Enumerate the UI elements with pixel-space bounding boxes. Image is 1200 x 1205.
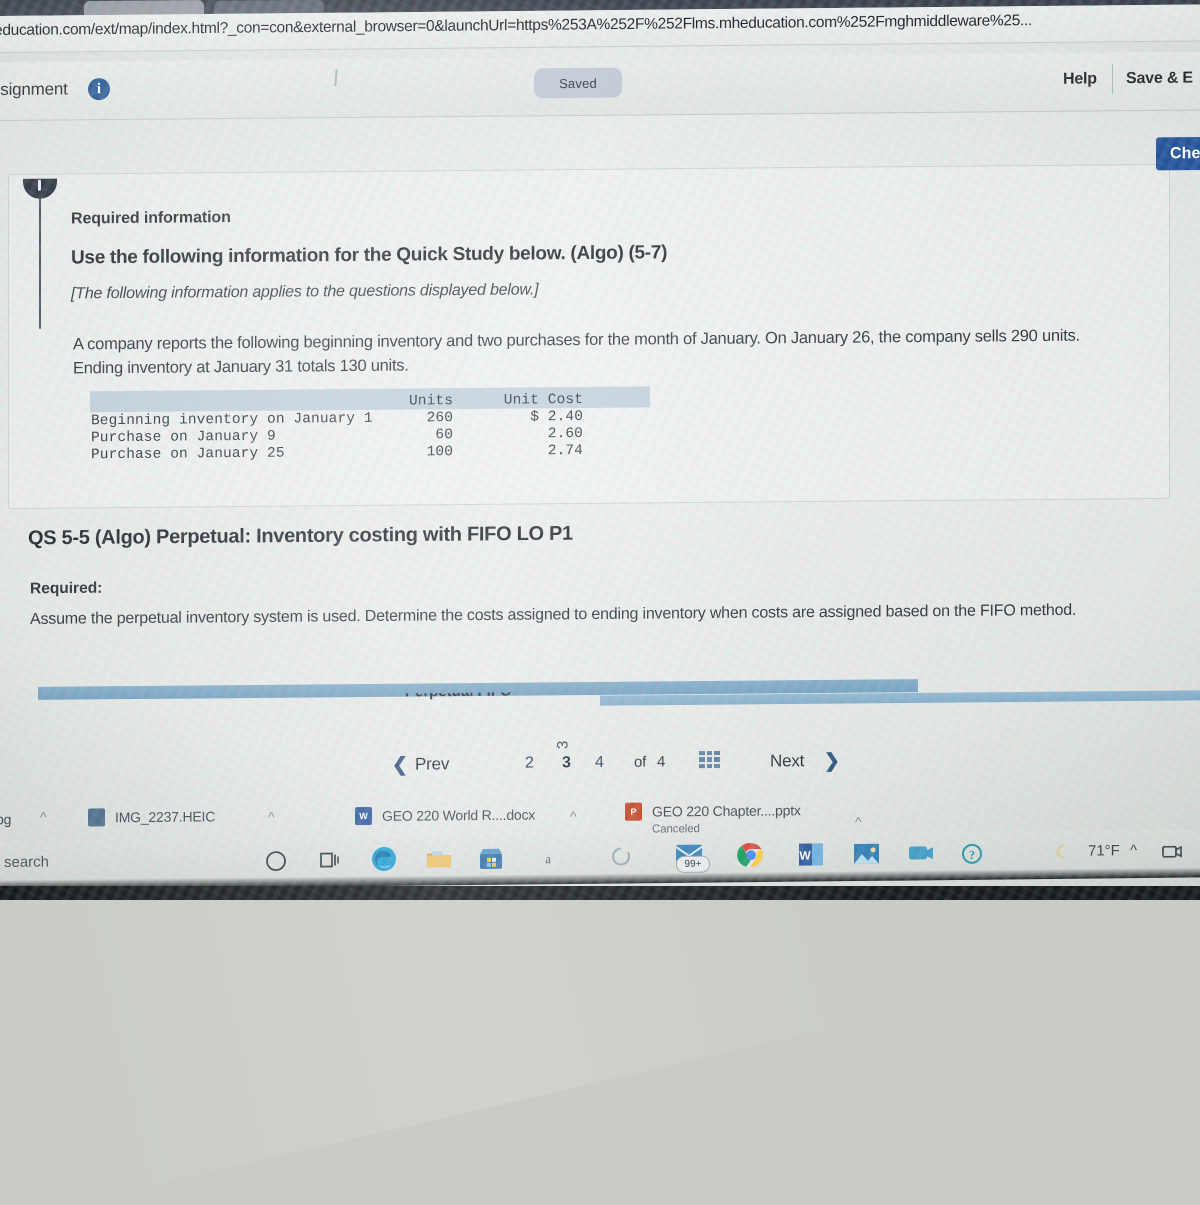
help-button[interactable]: Help [1063, 70, 1097, 88]
browser-tab-active[interactable] [84, 0, 204, 16]
grid-menu-icon[interactable] [699, 750, 720, 769]
file-explorer-icon[interactable] [424, 844, 454, 874]
chevron-up-icon[interactable]: ^ [40, 809, 47, 825]
download-item[interactable]: P GEO 220 Chapter....pptx [625, 801, 801, 821]
screen-bezel [0, 886, 1200, 900]
prev-page-button[interactable]: Prev [415, 754, 449, 774]
header-divider [1112, 64, 1113, 95]
row-unit-cost: 2.60 [547, 425, 583, 443]
required-information-label: Required information [71, 209, 231, 228]
download-file-name: GEO 220 World R....docx [382, 806, 536, 824]
cortana-circle-icon[interactable] [262, 846, 290, 874]
required-information-card: Required information Use the following i… [8, 163, 1170, 509]
scenario-paragraph: A company reports the following beginnin… [73, 326, 1080, 378]
download-item[interactable]: W GEO 220 World R....docx [355, 806, 535, 826]
chevron-up-icon[interactable]: ^ [1130, 842, 1137, 859]
download-status: Canceled [652, 823, 700, 836]
current-page-marker: 3 [554, 740, 572, 750]
download-partial-left: pg [0, 811, 12, 828]
taskbar-search-input[interactable]: search [4, 853, 49, 870]
row-unit-cost: 2.74 [547, 442, 583, 460]
pagination-bar: ❮ Prev 2 3 3 4 of 4 Next ❯ [0, 737, 1200, 789]
download-file-name: GEO 220 Chapter....pptx [652, 802, 801, 820]
address-bar-url: education.com/ext/map/index.html?_con=co… [0, 12, 1033, 40]
help-app-icon[interactable]: ? [958, 839, 986, 867]
page-number-2[interactable]: 2 [525, 755, 534, 773]
inventory-table: Units Unit Cost Beginning inventory on Ja… [90, 386, 650, 464]
powerpoint-file-icon: P [625, 802, 642, 821]
required-information-heading: Use the following information for the Qu… [71, 242, 668, 269]
row-unit-cost: $ 2.40 [530, 408, 583, 426]
svg-text:W: W [799, 849, 811, 863]
table-row: Purchase on January 25 100 2.74 [91, 443, 583, 464]
help-small-icon[interactable]: a [535, 843, 563, 871]
download-file-name: IMG_2237.HEIC [115, 808, 216, 826]
chevron-up-icon[interactable]: ^ [570, 808, 577, 824]
total-pages: 4 [657, 753, 666, 771]
exclamation-marker-icon [23, 178, 57, 199]
of-label: of [634, 753, 647, 771]
question-title: QS 5-5 (Algo) Perpetual: Inventory costi… [28, 522, 573, 550]
weather-temperature[interactable]: 71°F [1088, 842, 1120, 859]
page-number-4[interactable]: 4 [595, 754, 604, 772]
cursor-artifact [334, 69, 338, 87]
save-and-exit-button[interactable]: Save & E [1126, 70, 1193, 89]
connect-app-header: ssignment i Saved Help Save & E [0, 51, 1200, 122]
task-view-icon[interactable] [315, 845, 343, 873]
info-circle-icon[interactable]: i [88, 78, 110, 101]
edge-browser-icon[interactable] [368, 843, 400, 875]
word-app-icon[interactable]: W [795, 839, 827, 869]
marker-stem [39, 198, 41, 329]
image-file-icon [88, 808, 105, 827]
required-instructions: Assume the perpetual inventory system is… [30, 601, 1077, 628]
next-page-button[interactable]: Next [770, 751, 804, 771]
chevron-left-icon[interactable]: ❮ [392, 754, 408, 777]
saved-status-badge: Saved [534, 67, 622, 99]
row-label: Purchase on January 25 [91, 445, 285, 464]
table-header-unit-cost: Unit Cost [503, 391, 583, 409]
required-label: Required: [30, 579, 103, 598]
photos-app-icon[interactable] [850, 839, 882, 869]
download-item[interactable]: IMG_2237.HEIC [88, 807, 216, 827]
chrome-browser-icon[interactable] [736, 840, 766, 870]
browser-tab-inactive[interactable] [214, 0, 324, 14]
svg-text:?: ? [969, 848, 975, 862]
moon-icon[interactable]: ☾ [1055, 843, 1070, 863]
assignment-title: ssignment [0, 79, 68, 100]
loading-spinner-icon [607, 842, 635, 870]
chevron-right-icon[interactable]: ❯ [824, 750, 840, 773]
chevron-up-icon[interactable]: ^ [268, 809, 275, 825]
table-header-units: Units [408, 393, 453, 410]
laptop-screen-photo: education.com/ext/map/index.html?_con=co… [0, 0, 1200, 1205]
page-number-3[interactable]: 3 [562, 754, 571, 772]
table-header-blank [91, 405, 381, 408]
row-units: 100 [426, 444, 453, 461]
check-answer-button[interactable]: Che [1156, 136, 1200, 171]
mail-badge-count: 99+ [676, 855, 710, 873]
camera-icon[interactable] [1158, 837, 1186, 865]
svg-text:a: a [545, 851, 551, 866]
microsoft-store-icon[interactable] [476, 844, 506, 874]
word-file-icon: W [355, 806, 372, 826]
row-units: 60 [435, 427, 453, 444]
applies-note: [The following information applies to th… [71, 281, 539, 303]
chevron-up-icon[interactable]: ^ [855, 814, 862, 830]
row-units: 260 [426, 410, 453, 427]
video-app-icon[interactable] [905, 838, 937, 868]
